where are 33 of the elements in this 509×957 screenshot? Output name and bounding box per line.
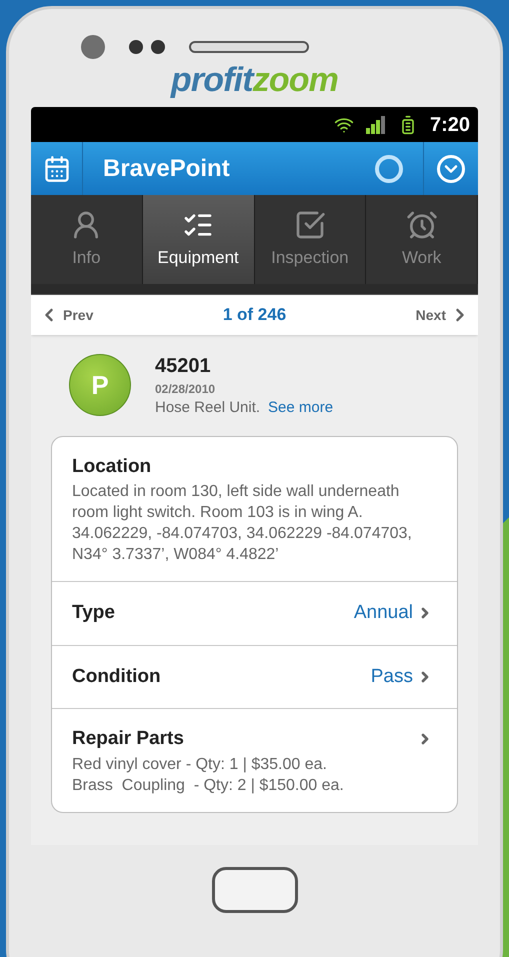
see-more-link[interactable]: See more	[268, 397, 334, 420]
alarm-clock-icon	[406, 208, 438, 241]
detail-label: Condition	[72, 664, 161, 688]
clock-time: 7:20	[430, 112, 470, 138]
detail-label: Repair Parts	[72, 727, 184, 751]
detail-label: Type	[72, 601, 115, 625]
app-title: BravePoint	[102, 154, 231, 184]
detail-text: Located in room 130, left side wall underneath room light switch. Room 103 is in wing A. 34.062229, -84.074703, 34.062229 -84.074703, N34° 3.7337’, W084° 4.4822’	[72, 482, 413, 565]
tab[interactable]: Inspection	[254, 195, 366, 284]
signal-icon	[366, 116, 386, 134]
record-position: 1 of 246	[222, 304, 286, 326]
sensor-icon	[129, 40, 143, 54]
camera-icon	[81, 35, 105, 59]
tab[interactable]: Work	[366, 195, 478, 284]
home-button[interactable]	[212, 867, 298, 913]
calendar-icon	[42, 154, 70, 182]
sensor-icon	[151, 40, 165, 54]
loading-spinner-icon	[375, 154, 403, 182]
detail-value: Pass	[370, 664, 413, 688]
checkbox-icon	[294, 208, 326, 241]
equipment-avatar: P	[69, 354, 131, 416]
tab[interactable]: Equipment	[142, 195, 254, 284]
equipment-description: Hose Reel Unit.	[155, 398, 260, 418]
tab[interactable]: Info	[31, 195, 143, 284]
prev-button[interactable]: Prev	[39, 305, 94, 325]
detail-text: Brass Coupling - Qty: 2 | $150.00 ea.	[72, 776, 345, 796]
logo: profitzoom	[170, 63, 338, 97]
detail-text: Red vinyl cover - Qty: 1 | $35.00 ea.	[72, 754, 328, 774]
equipment-number: 45201	[155, 354, 212, 379]
next-button[interactable]: Next	[416, 305, 470, 325]
equipment-date: 02/28/2010	[155, 381, 216, 397]
detail-label: Location	[72, 454, 152, 478]
detail-value: Annual	[354, 601, 413, 625]
